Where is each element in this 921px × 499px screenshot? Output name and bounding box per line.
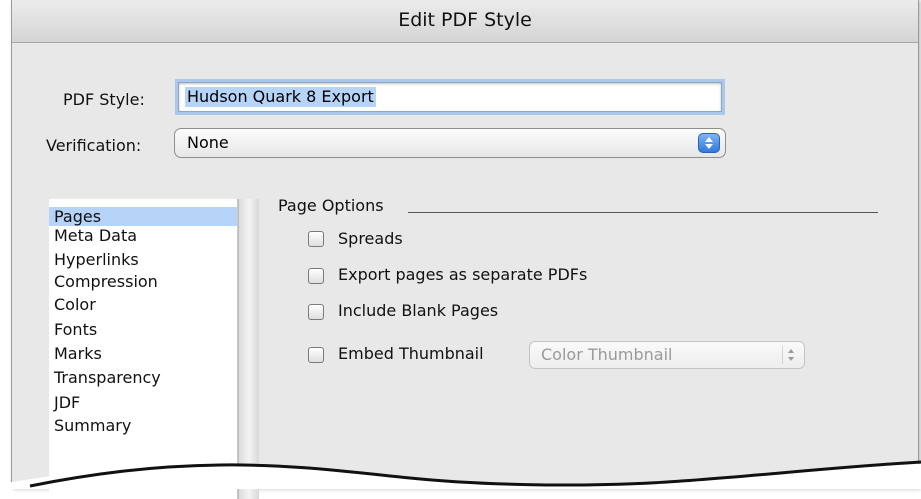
category-item-pages[interactable]: Pages (49, 207, 237, 226)
verification-label: Verification: (46, 136, 142, 155)
edit-pdf-style-dialog: Edit PDF Style PDF Style: Hudson Quark 8… (11, 0, 919, 499)
pdf-style-name-input[interactable]: Hudson Quark 8 Export (178, 82, 722, 112)
category-item-hyperlinks[interactable]: Hyperlinks (49, 250, 237, 269)
spreads-checkbox[interactable] (308, 231, 324, 247)
page-options-title: Page Options (278, 196, 384, 215)
category-item-meta-data[interactable]: Meta Data (49, 226, 237, 245)
category-list: Pages Meta Data Hyperlinks Compression C… (49, 199, 238, 499)
page-options-divider (408, 212, 878, 213)
verification-select[interactable]: None (174, 128, 726, 158)
category-list-scrollbar[interactable] (238, 199, 259, 499)
pdf-style-name-value: Hudson Quark 8 Export (185, 87, 376, 107)
category-item-transparency[interactable]: Transparency (49, 368, 237, 387)
export-separate-pdfs-checkbox[interactable] (308, 268, 324, 284)
embed-thumbnail-checkbox[interactable] (308, 347, 324, 363)
popup-arrows-icon (698, 133, 720, 153)
category-item-summary[interactable]: Summary (49, 416, 237, 435)
title-bar: Edit PDF Style (12, 0, 918, 43)
category-item-fonts[interactable]: Fonts (49, 320, 237, 339)
export-separate-pdfs-label[interactable]: Export pages as separate PDFs (338, 265, 587, 284)
category-item-marks[interactable]: Marks (49, 344, 237, 363)
category-item-compression[interactable]: Compression (49, 272, 237, 291)
torn-page-edge (0, 460, 921, 489)
spreads-label[interactable]: Spreads (338, 229, 403, 248)
category-item-color[interactable]: Color (49, 295, 237, 314)
category-item-jdf[interactable]: JDF (49, 393, 237, 412)
include-blank-pages-checkbox[interactable] (308, 304, 324, 320)
embed-thumbnail-label[interactable]: Embed Thumbnail (338, 344, 484, 363)
window-title: Edit PDF Style (398, 9, 532, 31)
verification-select-value: None (187, 133, 229, 152)
thumbnail-type-value: Color Thumbnail (541, 345, 673, 364)
include-blank-pages-label[interactable]: Include Blank Pages (338, 301, 498, 320)
popup-arrows-icon (782, 346, 797, 364)
pdf-style-label: PDF Style: (63, 90, 145, 109)
thumbnail-type-select[interactable]: Color Thumbnail (529, 341, 805, 369)
